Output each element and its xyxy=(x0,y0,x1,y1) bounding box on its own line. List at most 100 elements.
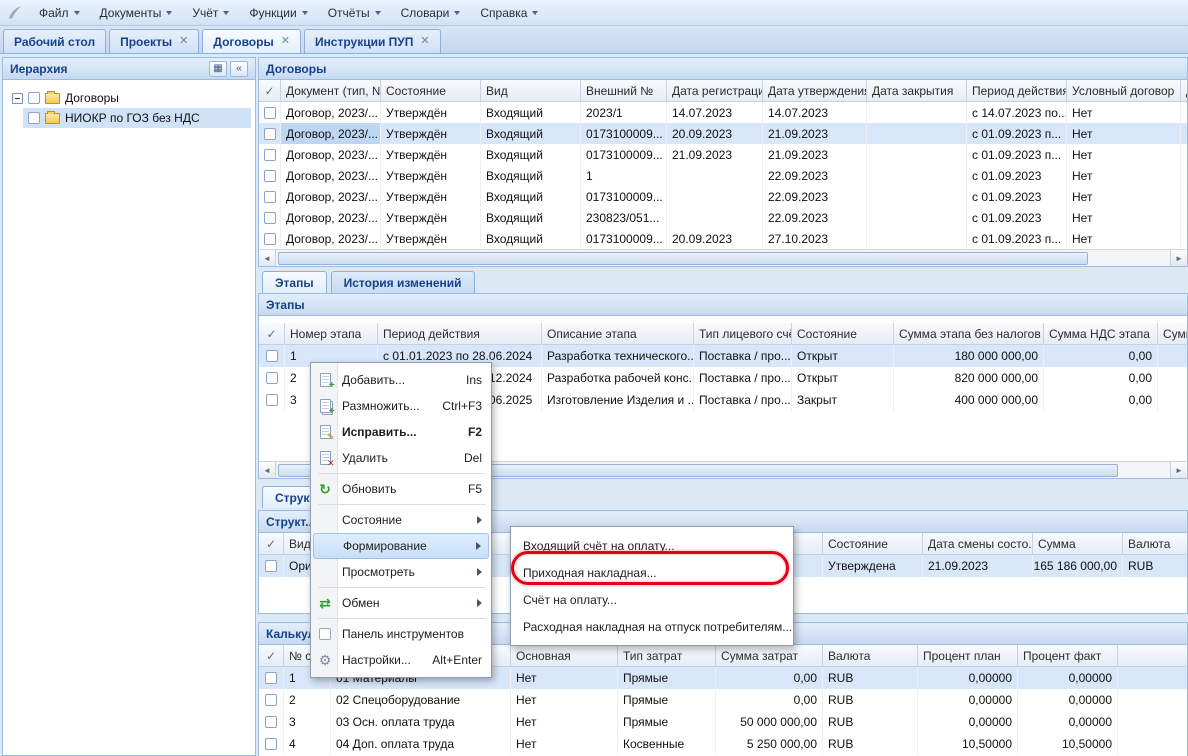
column-header[interactable]: Валюта xyxy=(823,645,918,666)
menu-item-delete[interactable]: Удалить Del xyxy=(313,445,489,471)
select-all-column[interactable]: ✓ xyxy=(259,323,285,344)
menu-item-view[interactable]: Просмотреть xyxy=(313,559,489,585)
row-checkbox[interactable] xyxy=(264,212,276,224)
grid-row[interactable]: 404 Доп. оплата трудаНетКосвенные5 250 0… xyxy=(259,733,1187,755)
grid-view-icon[interactable]: ▦ xyxy=(209,61,227,77)
horizontal-scrollbar[interactable]: ◄ ► xyxy=(259,249,1187,266)
select-all-column[interactable]: ✓ xyxy=(259,645,284,666)
grid-row[interactable]: Договор, 2023/...УтверждёнВходящий122.09… xyxy=(259,165,1187,186)
tree-checkbox[interactable] xyxy=(28,112,40,124)
column-header[interactable]: Процент факт xyxy=(1018,645,1118,666)
menu-dictionaries[interactable]: Словари xyxy=(392,3,470,23)
column-header[interactable]: Сумма xyxy=(1033,533,1123,554)
menu-accounting[interactable]: Учёт xyxy=(183,3,238,23)
select-all-column[interactable]: ✓ xyxy=(259,533,284,554)
menu-item-settings[interactable]: ⚙ Настройки... Alt+Enter xyxy=(313,647,489,673)
column-header[interactable]: Тип затрат xyxy=(618,645,716,666)
submenu-item-outgoing-note[interactable]: Расходная накладная на отпуск потребител… xyxy=(513,613,791,640)
column-header[interactable]: Основная xyxy=(511,645,618,666)
grid-row[interactable]: Договор, 2023/...УтверждёнВходящий017310… xyxy=(259,228,1187,249)
column-header[interactable]: Сумма эт... xyxy=(1158,323,1187,344)
tab-instructions[interactable]: Инструкции ПУП✕ xyxy=(304,29,441,53)
tree-checkbox[interactable] xyxy=(28,92,40,104)
column-header[interactable]: Состояние xyxy=(381,80,481,101)
grid-row[interactable]: Договор, 2023/...УтверждёнВходящий017310… xyxy=(259,123,1187,144)
column-header[interactable]: Состояние xyxy=(823,533,923,554)
grid-row[interactable]: 202 СпецоборудованиеНетПрямые0,00RUB0,00… xyxy=(259,689,1187,711)
column-header[interactable]: Дата регистрации... xyxy=(667,80,763,101)
grid-row[interactable]: Договор, 2023/...УтверждёнВходящий230823… xyxy=(259,207,1187,228)
scroll-left-icon[interactable]: ◄ xyxy=(259,462,276,478)
menu-help[interactable]: Справка xyxy=(471,3,547,23)
grid-row[interactable]: Договор, 2023/...УтверждёнВходящий017310… xyxy=(259,186,1187,207)
column-header[interactable]: Дата закрытия xyxy=(867,80,967,101)
column-header[interactable]: Номер этапа xyxy=(285,323,378,344)
menu-item-duplicate[interactable]: Размножить... Ctrl+F3 xyxy=(313,393,489,419)
row-checkbox[interactable] xyxy=(264,191,276,203)
row-checkbox[interactable] xyxy=(264,107,276,119)
column-header[interactable]: Дата утверждения xyxy=(763,80,867,101)
column-header[interactable]: Сумма затрат xyxy=(716,645,823,666)
row-checkbox[interactable] xyxy=(265,694,277,706)
scroll-thumb[interactable] xyxy=(278,252,1088,265)
select-all-column[interactable]: ✓ xyxy=(259,80,281,101)
column-header[interactable]: Внешний № xyxy=(581,80,667,101)
row-checkbox[interactable] xyxy=(264,233,276,245)
scroll-right-icon[interactable]: ► xyxy=(1170,250,1187,266)
tree-node-contracts[interactable]: Договоры xyxy=(7,88,251,108)
grid-row[interactable]: Договор, 2023/...УтверждёнВходящий2023/1… xyxy=(259,102,1187,123)
menu-item-generation[interactable]: Формирование xyxy=(313,533,489,559)
menu-documents[interactable]: Документы xyxy=(91,3,182,23)
menu-item-exchange[interactable]: ⇄ Обмен xyxy=(313,590,489,616)
submenu-item-payment-invoice[interactable]: Счёт на оплату... xyxy=(513,586,791,613)
row-checkbox[interactable] xyxy=(264,149,276,161)
column-header[interactable] xyxy=(1118,645,1187,666)
menu-item-state[interactable]: Состояние xyxy=(313,507,489,533)
row-checkbox[interactable] xyxy=(264,170,276,182)
column-header[interactable]: Условный договор xyxy=(1067,80,1181,101)
column-header[interactable]: Дата смены состо... xyxy=(923,533,1033,554)
column-header[interactable]: Процент план xyxy=(918,645,1018,666)
scroll-right-icon[interactable]: ► xyxy=(1170,462,1187,478)
column-header[interactable]: Сумма этапа без налогов xyxy=(894,323,1044,344)
collapse-node-icon[interactable] xyxy=(12,93,23,104)
row-checkbox[interactable] xyxy=(266,372,278,384)
row-checkbox[interactable] xyxy=(266,350,278,362)
scroll-left-icon[interactable]: ◄ xyxy=(259,250,276,266)
column-header[interactable]: Документ (тип, №... xyxy=(281,80,381,101)
tab-desktop[interactable]: Рабочий стол xyxy=(3,29,106,53)
tab-change-history[interactable]: История изменений xyxy=(331,271,475,293)
tab-contracts[interactable]: Договоры✕ xyxy=(202,29,301,53)
column-header[interactable]: Валюта xyxy=(1123,533,1187,554)
close-icon[interactable]: ✕ xyxy=(281,36,290,47)
menu-file[interactable]: Файл xyxy=(30,3,89,23)
column-header[interactable]: Состояние xyxy=(792,323,894,344)
row-checkbox[interactable] xyxy=(265,560,277,572)
close-icon[interactable]: ✕ xyxy=(179,36,188,47)
row-checkbox[interactable] xyxy=(266,394,278,406)
row-checkbox[interactable] xyxy=(265,738,277,750)
column-header[interactable]: Описание этапа xyxy=(542,323,694,344)
column-header[interactable]: Вид xyxy=(481,80,581,101)
column-header[interactable]: До... xyxy=(1181,80,1187,101)
row-checkbox[interactable] xyxy=(265,672,277,684)
menu-functions[interactable]: Функции xyxy=(240,3,316,23)
close-icon[interactable]: ✕ xyxy=(420,36,429,47)
column-header[interactable]: Сумма НДС этапа xyxy=(1044,323,1158,344)
column-header[interactable]: Период действия xyxy=(378,323,542,344)
tab-projects[interactable]: Проекты✕ xyxy=(109,29,199,53)
menu-item-toolbar[interactable]: Панель инструментов xyxy=(313,621,489,647)
grid-row[interactable]: Договор, 2023/...УтверждёнВходящий017310… xyxy=(259,144,1187,165)
row-checkbox[interactable] xyxy=(264,128,276,140)
tab-stages[interactable]: Этапы xyxy=(262,271,327,293)
collapse-panel-icon[interactable]: « xyxy=(230,61,248,77)
grid-row[interactable]: 303 Осн. оплата трудаНетПрямые50 000 000… xyxy=(259,711,1187,733)
column-header[interactable]: Тип лицевого счёт... xyxy=(694,323,792,344)
submenu-item-receipt-note[interactable]: Приходная накладная... xyxy=(513,559,791,586)
submenu-item-incoming-invoice[interactable]: Входящий счёт на оплату... xyxy=(513,532,791,559)
tree-node-niokr[interactable]: НИОКР по ГОЗ без НДС xyxy=(23,108,251,128)
menu-item-add[interactable]: Добавить... Ins xyxy=(313,367,489,393)
menu-item-edit[interactable]: Исправить... F2 xyxy=(313,419,489,445)
menu-item-refresh[interactable]: ↻ Обновить F5 xyxy=(313,476,489,502)
row-checkbox[interactable] xyxy=(265,716,277,728)
